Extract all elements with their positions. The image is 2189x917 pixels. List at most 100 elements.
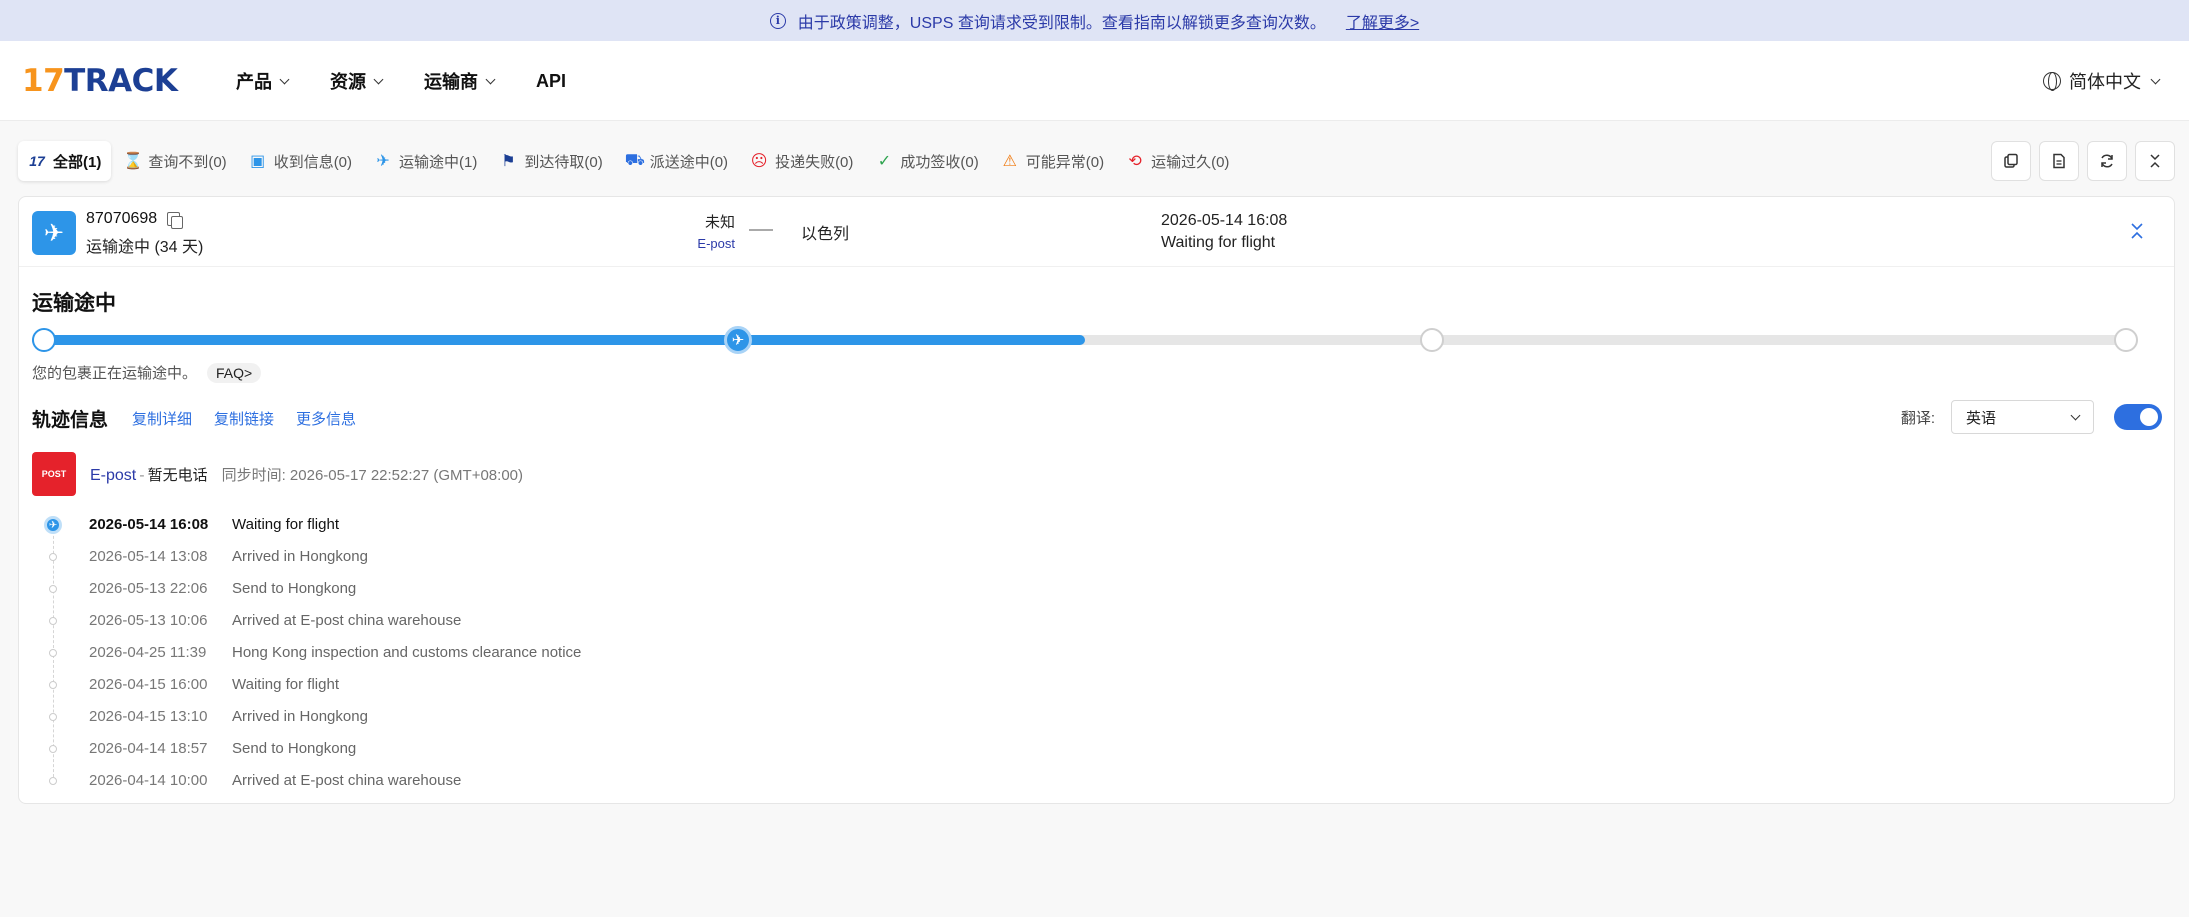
timeline-dot bbox=[49, 617, 57, 625]
export-button[interactable] bbox=[2039, 141, 2079, 181]
chevron-down-icon bbox=[2150, 74, 2161, 84]
filter-tab-exception[interactable]: ⚠ 可能异常(0) bbox=[991, 141, 1114, 181]
carrier-info[interactable]: E-post - 暂无电话 bbox=[90, 464, 208, 485]
progress-node-2 bbox=[1420, 328, 1444, 352]
carrier-name[interactable]: E-post bbox=[669, 236, 735, 251]
translate-controls: 翻译: 英语 bbox=[1901, 400, 2162, 434]
nav-item-0[interactable]: 产品 bbox=[236, 68, 290, 94]
filter-tab-out-for-delivery[interactable]: ⛟ 派送途中(0) bbox=[615, 141, 738, 181]
origin-country: 未知 E-post bbox=[669, 211, 735, 251]
nav-item-2[interactable]: 运输商 bbox=[424, 68, 496, 94]
delivered-icon: ✓ bbox=[877, 153, 892, 170]
info-received-icon: ▣ bbox=[250, 153, 266, 170]
progress-track bbox=[32, 335, 2138, 345]
all-icon: 17 bbox=[29, 153, 45, 169]
carrier-row: POST E-post - 暂无电话 同步时间: 2026-05-17 22:52:… bbox=[32, 452, 523, 496]
filter-tab-delivered[interactable]: ✓ 成功签收(0) bbox=[865, 141, 988, 181]
filter-tab-not-found[interactable]: ⌛ 查询不到(0) bbox=[113, 141, 236, 181]
tracking-events: ✈ 2026-05-14 16:08 Waiting for flight 2026-… bbox=[32, 508, 1032, 796]
chevron-down-icon bbox=[485, 74, 496, 84]
language-label: 简体中文 bbox=[2069, 72, 2141, 92]
refresh-button[interactable] bbox=[2087, 141, 2127, 181]
copy-icon bbox=[2004, 153, 2018, 168]
tracking-event-row: ✈ 2026-05-14 16:08 Waiting for flight bbox=[32, 508, 1032, 540]
nav-item-3[interactable]: API bbox=[536, 71, 566, 92]
copy-link-link[interactable]: 复制链接 bbox=[214, 408, 274, 429]
event-description: Arrived at E-post china warehouse bbox=[232, 611, 462, 629]
event-description: Send to Hongkong bbox=[232, 579, 357, 597]
document-icon bbox=[2053, 153, 2065, 169]
tracking-event-row: 2026-05-14 13:08 Arrived in Hongkong bbox=[32, 540, 1032, 572]
epost-logo: POST bbox=[32, 452, 76, 496]
filter-tab-pickup[interactable]: ⚑ 到达待取(0) bbox=[489, 141, 612, 181]
learn-more-link[interactable]: 了解更多> bbox=[1346, 9, 1419, 33]
timeline-dot bbox=[49, 649, 57, 657]
translate-language-select[interactable]: 英语 bbox=[1951, 400, 2094, 434]
filter-tabs: 17 全部(1) ⌛ 查询不到(0) ▣ 收到信息(0) ✈ 运输途中(1) ⚑ 到达待取(0) ⛟… bbox=[18, 141, 1239, 181]
shipment-summary-row[interactable]: ✈ 87070698 运输途中 (34 天) 未知 E-post 以色列 202… bbox=[19, 197, 2174, 267]
globe-icon bbox=[2043, 72, 2061, 91]
progress-node-0 bbox=[32, 328, 56, 352]
destination-country: 以色列 bbox=[801, 226, 850, 243]
chevron-down-icon bbox=[373, 74, 384, 84]
translate-toggle[interactable] bbox=[2114, 404, 2162, 430]
top-navigation: 17 TRACK 产品 资源 运输商 API 简体中文 bbox=[0, 41, 2189, 121]
latest-event-time: 2026-05-14 16:08 bbox=[1161, 212, 1288, 229]
progress-node-3 bbox=[2114, 328, 2138, 352]
progress-fill bbox=[32, 335, 1085, 345]
latest-event-desc: Waiting for flight bbox=[1161, 234, 1276, 251]
filter-tab-failed[interactable]: ☹ 投递失败(0) bbox=[740, 141, 863, 181]
nav-item-1[interactable]: 资源 bbox=[330, 68, 384, 94]
airplane-icon: ✈ bbox=[32, 211, 76, 255]
more-info-link[interactable]: 更多信息 bbox=[296, 408, 356, 429]
event-description: Waiting for flight bbox=[232, 675, 339, 693]
filter-tab-all[interactable]: 17 全部(1) bbox=[18, 141, 112, 181]
pickup-icon: ⚑ bbox=[501, 153, 516, 170]
progress-description: 您的包裹正在运输途中。 FAQ> bbox=[32, 362, 262, 383]
route-arrow-icon bbox=[749, 229, 773, 231]
chevron-collapse-icon[interactable] bbox=[2130, 221, 2144, 241]
expired-icon: ⟲ bbox=[1128, 153, 1142, 170]
event-time: 2026-04-15 13:10 bbox=[89, 707, 208, 725]
tracking-header: 轨迹信息 复制详细 复制链接 更多信息 翻译: 英语 bbox=[32, 400, 2162, 434]
tracking-title: 轨迹信息 bbox=[32, 409, 109, 431]
filter-tab-info-received[interactable]: ▣ 收到信息(0) bbox=[239, 141, 362, 181]
copy-button[interactable] bbox=[1991, 141, 2031, 181]
in-transit-icon: ✈ bbox=[376, 153, 390, 170]
main-nav: 产品 资源 运输商 API bbox=[236, 41, 566, 121]
event-description: Hong Kong inspection and customs clearan… bbox=[232, 643, 582, 661]
banner-text: 由于政策调整，USPS 查询请求受到限制。查看指南以解锁更多查询次数。 bbox=[797, 14, 1326, 32]
event-time: 2026-04-15 16:00 bbox=[89, 675, 208, 693]
copy-icon[interactable] bbox=[167, 212, 184, 229]
info-icon: i bbox=[769, 12, 786, 29]
tracking-event-row: 2026-05-13 10:06 Arrived at E-post china … bbox=[32, 604, 1032, 636]
faq-button[interactable]: FAQ> bbox=[207, 362, 262, 383]
17track-logo[interactable]: 17 TRACK bbox=[22, 63, 178, 99]
refresh-icon bbox=[2101, 154, 2113, 168]
event-description: Waiting for flight bbox=[232, 515, 339, 533]
exception-icon: ⚠ bbox=[1002, 153, 1017, 170]
tracking-event-row: 2026-04-14 10:00 Arrived at E-post china … bbox=[32, 764, 1032, 796]
language-selector[interactable]: 简体中文 bbox=[2043, 41, 2161, 121]
event-description: Send to Hongkong bbox=[232, 739, 357, 757]
collapse-all-button[interactable] bbox=[2135, 141, 2175, 181]
tracking-number: 87070698 bbox=[86, 210, 184, 229]
filter-tab-in-transit[interactable]: ✈ 运输途中(1) bbox=[364, 141, 487, 181]
sync-time: 同步时间: 2026-05-17 22:52:27 (GMT+08:00) bbox=[221, 466, 523, 484]
event-description: Arrived at E-post china warehouse bbox=[232, 771, 462, 789]
event-description: Arrived in Hongkong bbox=[232, 547, 368, 565]
tracking-event-row: 2026-05-13 22:06 Send to Hongkong bbox=[32, 572, 1032, 604]
timeline-dot bbox=[49, 553, 57, 561]
event-time: 2026-05-14 13:08 bbox=[89, 547, 208, 565]
out-for-delivery-icon: ⛟ bbox=[624, 152, 645, 169]
progress-title: 运输途中 bbox=[32, 292, 116, 315]
timeline-dot bbox=[49, 745, 57, 753]
filter-tab-expired[interactable]: ⟲ 运输过久(0) bbox=[1116, 141, 1239, 181]
toolbar bbox=[1991, 141, 2175, 181]
event-time: 2026-05-14 16:08 bbox=[89, 515, 209, 533]
event-description: Arrived in Hongkong bbox=[232, 707, 368, 725]
event-time: 2026-05-13 10:06 bbox=[89, 611, 208, 629]
copy-details-link[interactable]: 复制详细 bbox=[132, 408, 192, 429]
tracking-event-row: 2026-04-15 16:00 Waiting for flight bbox=[32, 668, 1032, 700]
timeline-dot bbox=[49, 681, 57, 689]
